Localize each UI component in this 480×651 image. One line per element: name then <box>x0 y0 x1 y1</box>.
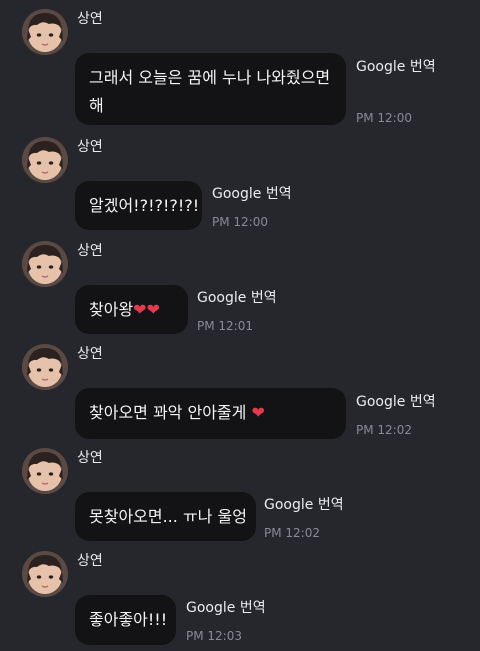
message-bubble[interactable]: 찾아왕❤❤ <box>75 285 188 334</box>
message-text: 찾아오면 꽈악 안아줄게 <box>89 403 252 422</box>
message-text: 좋아좋아!!! <box>89 610 168 629</box>
avatar[interactable] <box>22 344 68 390</box>
avatar[interactable] <box>22 137 68 183</box>
sender-name[interactable]: 상연 <box>77 138 103 156</box>
google-translate-link[interactable]: Google 번역 <box>356 393 436 411</box>
message-text: 못찾아오면... ㅠ나 울엉 <box>89 507 247 526</box>
sender-name[interactable]: 상연 <box>77 345 103 363</box>
message-timestamp: PM 12:02 <box>356 423 412 437</box>
message-timestamp: PM 12:00 <box>212 215 268 229</box>
message-timestamp: PM 12:03 <box>186 629 242 643</box>
avatar[interactable] <box>22 448 68 494</box>
avatar[interactable] <box>22 241 68 287</box>
google-translate-link[interactable]: Google 번역 <box>356 58 436 76</box>
sender-name[interactable]: 상연 <box>77 552 103 570</box>
heart-icon: ❤❤ <box>133 300 160 319</box>
message-timestamp: PM 12:00 <box>356 111 412 125</box>
sender-name[interactable]: 상연 <box>77 10 103 28</box>
sender-name[interactable]: 상연 <box>77 242 103 260</box>
message-timestamp: PM 12:02 <box>264 526 320 540</box>
google-translate-link[interactable]: Google 번역 <box>186 599 266 617</box>
message-timestamp: PM 12:01 <box>197 319 253 333</box>
sender-name[interactable]: 상연 <box>77 449 103 467</box>
message-text-line: 해 <box>89 96 104 115</box>
message-text: 찾아왕 <box>89 300 134 319</box>
message-bubble[interactable]: 알겠어!?!?!?!?! <box>75 181 202 230</box>
message-text-line: 그래서 오늘은 꿈에 누나 나와줬으면 <box>89 68 331 87</box>
message-bubble[interactable]: 좋아좋아!!! <box>75 595 176 645</box>
message-bubble[interactable]: 못찾아오면... ㅠ나 울엉 <box>75 492 256 541</box>
avatar[interactable] <box>22 551 68 597</box>
message-bubble[interactable]: 찾아오면 꽈악 안아줄게 ❤ <box>75 388 346 439</box>
avatar[interactable] <box>22 9 68 55</box>
google-translate-link[interactable]: Google 번역 <box>212 185 292 203</box>
google-translate-link[interactable]: Google 번역 <box>197 289 277 307</box>
message-bubble[interactable]: 그래서 오늘은 꿈에 누나 나와줬으면 해 <box>75 53 346 125</box>
heart-icon: ❤ <box>251 403 265 422</box>
message-text-line: 알겠어!?!?!?!?! <box>89 196 200 215</box>
chat-message-list: 상연 그래서 오늘은 꿈에 누나 나와줬으면 해 Google 번역 PM 12… <box>0 0 480 651</box>
google-translate-link[interactable]: Google 번역 <box>264 496 344 514</box>
